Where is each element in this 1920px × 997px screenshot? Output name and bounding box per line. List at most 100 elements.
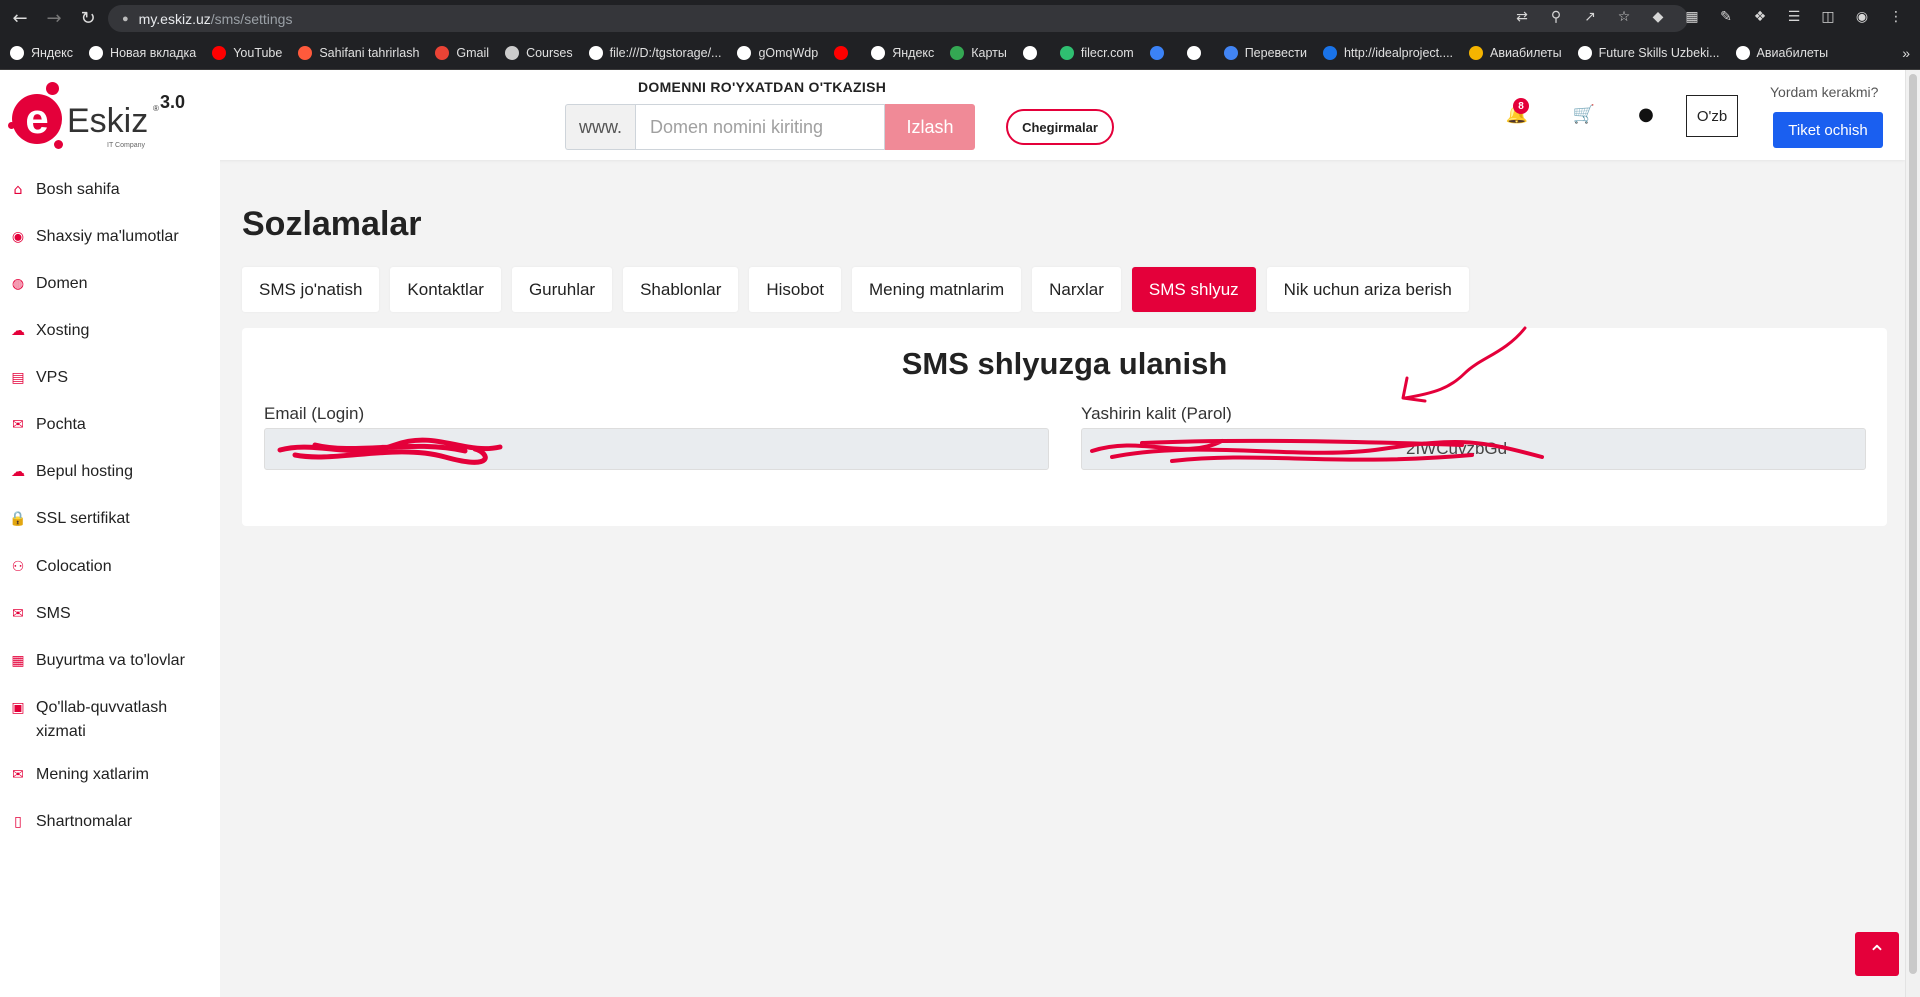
sidebar-item[interactable]: ◉ Shaxsiy ma'lumotlar — [10, 225, 179, 249]
bookmark-item[interactable]: Future Skills Uzbeki... — [1577, 46, 1720, 60]
bookmark-favicon-icon — [212, 46, 227, 60]
extension-icon[interactable]: ◆ — [1648, 7, 1668, 27]
cloud-outline-icon: ☁ — [11, 464, 25, 480]
bookmark-item[interactable]: Gmail — [435, 46, 489, 60]
bookmark-item[interactable]: Новая вкладка — [89, 46, 196, 60]
help-text: Yordam kerakmi? — [1770, 84, 1879, 100]
bookmark-item[interactable]: Sahifani tahrirlash — [298, 46, 419, 60]
tab-item[interactable]: Mening matnlarim — [852, 267, 1022, 312]
tab-item[interactable]: Hisobot — [749, 267, 842, 312]
share-icon[interactable]: ↗ — [1580, 7, 1600, 27]
sidebar-item[interactable]: ▤ VPS — [10, 366, 68, 390]
bookmark-item[interactable]: Карты — [950, 46, 1007, 60]
bookmark-favicon-icon — [89, 46, 104, 60]
profile-icon[interactable]: ◉ — [1852, 7, 1872, 27]
tab-item[interactable]: SMS jo'natish — [242, 267, 380, 312]
logo-version: 3.0 — [160, 92, 186, 112]
tab-item[interactable]: Narxlar — [1032, 267, 1121, 312]
tab-item[interactable]: Shablonlar — [623, 267, 739, 312]
envelope-icon: ✉ — [12, 606, 24, 622]
search-button[interactable]: Izlash — [885, 104, 975, 150]
domain-search-input[interactable] — [635, 104, 885, 150]
bookmark-favicon-icon — [435, 46, 450, 60]
sidebar-item[interactable]: ◍ Domen — [10, 272, 88, 296]
cart-icon[interactable]: 🛒 — [1572, 102, 1596, 126]
back-icon[interactable]: ← — [6, 5, 34, 33]
bookmark-favicon-icon — [1469, 46, 1484, 60]
tab-item[interactable]: SMS shlyuz — [1131, 267, 1256, 312]
bookmark-item[interactable] — [834, 46, 855, 60]
open-ticket-button[interactable]: Tiket ochish — [1773, 112, 1883, 148]
menu-icon[interactable]: ⋮ — [1886, 7, 1906, 27]
bookmark-item[interactable]: Перевести — [1223, 46, 1307, 60]
url-host: my.eskiz.uz — [138, 10, 211, 27]
bookmark-item[interactable]: gOmqWdp — [737, 46, 818, 60]
lock-icon: ● — [122, 12, 129, 25]
sidebar-item[interactable]: ✉ Pochta — [10, 413, 86, 437]
sidebar-item[interactable]: ☁ Xosting — [10, 319, 89, 343]
language-selector[interactable]: O'zb — [1686, 95, 1738, 137]
sidebar-item-label: VPS — [36, 369, 69, 386]
bookmark-item[interactable]: http://idealproject.... — [1322, 46, 1454, 60]
eskiz-logo[interactable]: e Eskiz ® IT Company 3.0 — [8, 82, 200, 152]
bookmark-item[interactable] — [1149, 46, 1171, 60]
reading-list-icon[interactable]: ☰ — [1784, 7, 1804, 27]
puzzle-icon[interactable]: ❖ — [1750, 7, 1770, 27]
bookmark-item[interactable]: Яндекс — [871, 46, 934, 60]
redaction-scribble — [277, 437, 503, 465]
tab-item[interactable]: Guruhlar — [511, 267, 613, 312]
tab-item[interactable]: Nik uchun ariza berish — [1266, 267, 1469, 312]
sidebar-item[interactable]: ▣ Qo'llab-quvvatlash xizmati — [10, 696, 200, 744]
sms-gateway-card: SMS shlyuzga ulanish Email (Login) Yashi… — [242, 328, 1887, 526]
scroll-to-top-button[interactable]: ⌃ — [1855, 932, 1899, 976]
sidebar-item[interactable]: ▯ Shartnomalar — [10, 810, 132, 834]
bookmark-item[interactable] — [1022, 46, 1044, 60]
scrollbar-thumb[interactable] — [1909, 74, 1917, 974]
sidebar-item-label: SSL sertifikat — [36, 510, 130, 527]
forward-icon[interactable]: → — [40, 5, 68, 33]
page-title: Sozlamalar — [242, 205, 422, 243]
bookmark-item[interactable]: YouTube — [212, 46, 282, 60]
bookmark-label: Новая вкладка — [110, 46, 197, 60]
bookmark-item[interactable]: Авиабилеты — [1735, 46, 1828, 60]
mail-icon: ✉ — [12, 417, 24, 433]
address-bar[interactable]: ● my.eskiz.uz/sms/settings — [108, 5, 1688, 32]
reload-icon[interactable]: ↻ — [74, 5, 102, 33]
bookmark-item[interactable]: Яндекс — [10, 46, 73, 60]
bookmark-label: http://idealproject.... — [1343, 46, 1454, 60]
star-icon[interactable]: ☆ — [1614, 7, 1634, 27]
user-icon[interactable]: ● — [1634, 102, 1658, 126]
email-field[interactable] — [264, 428, 1049, 470]
pen-icon[interactable]: ✎ — [1716, 7, 1736, 27]
translate-icon[interactable]: ⇄ — [1512, 7, 1532, 27]
tab-item[interactable]: Kontaktlar — [390, 267, 501, 312]
bookmark-item[interactable]: Courses — [505, 46, 573, 60]
sidebar-item[interactable]: ☁ Bepul hosting — [10, 460, 133, 484]
user-circle-icon: ◉ — [11, 229, 25, 245]
bookmark-item[interactable] — [1186, 46, 1208, 60]
discounts-button[interactable]: Chegirmalar — [1006, 109, 1114, 145]
bookmark-item[interactable]: filecr.com — [1059, 46, 1134, 60]
bookmarks-overflow-icon[interactable]: » — [1902, 45, 1910, 61]
logo-dot — [46, 82, 59, 95]
bookmark-favicon-icon — [871, 46, 886, 60]
bookmark-label: Перевести — [1244, 46, 1307, 60]
sidebar-item[interactable]: 🔒 SSL sertifikat — [9, 507, 130, 531]
page-scrollbar[interactable] — [1905, 70, 1920, 997]
home-icon: ⌂ — [13, 182, 23, 198]
sidebar-item-label: Pochta — [36, 416, 86, 433]
bookmark-item[interactable]: Авиабилеты — [1469, 46, 1562, 60]
globe-icon: ◍ — [11, 276, 25, 292]
sidebar-item[interactable]: ⚇ Colocation — [10, 555, 112, 579]
bookmark-item[interactable]: file:///D:/tgstorage/... — [588, 46, 721, 60]
cloud-icon: ☁ — [11, 323, 25, 339]
sidebar-item-label: Bosh sahifa — [36, 181, 120, 198]
zoom-icon[interactable]: ⚲ — [1546, 7, 1566, 27]
sidebar-item[interactable]: ⌂ Bosh sahifa — [10, 178, 120, 202]
sidebar-item[interactable]: ✉ SMS — [10, 602, 71, 626]
sidebar-item[interactable]: ✉ Mening xatlarim — [10, 763, 149, 787]
extension-icon[interactable]: ▦ — [1682, 7, 1702, 27]
sidebar-item[interactable]: ▦ Buyurtma va to'lovlar — [10, 649, 185, 673]
domain-register-title: DOMENNI RO'YXATDAN O'TKAZISH — [638, 79, 887, 95]
side-panel-icon[interactable]: ◫ — [1818, 7, 1838, 27]
